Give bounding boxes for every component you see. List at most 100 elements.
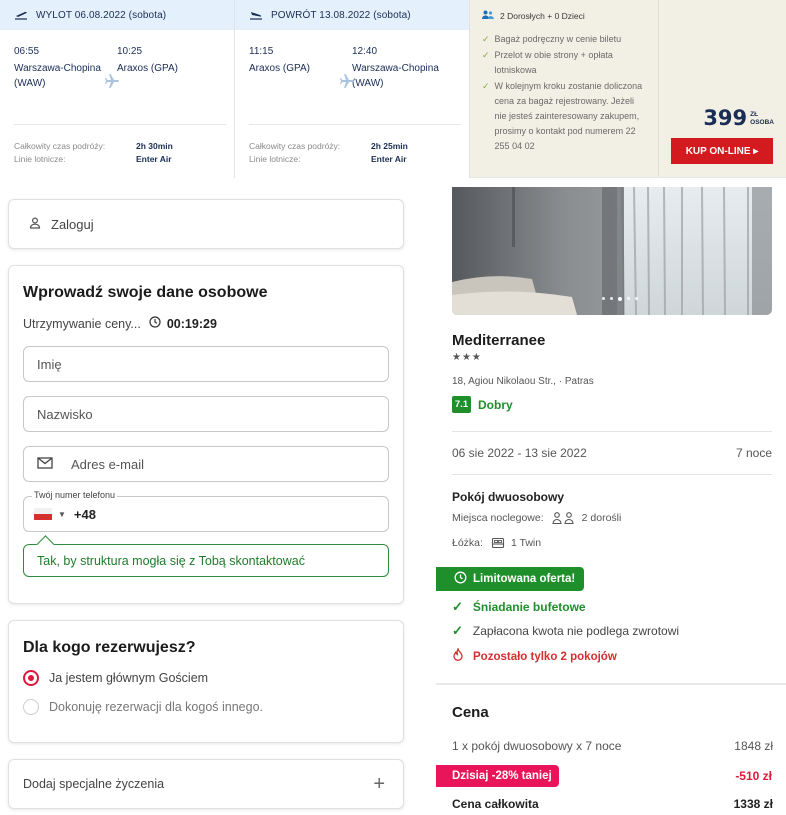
email-field[interactable]: Adres e-mail bbox=[23, 446, 389, 482]
passengers-text: 2 Dorosłych + 0 Dzieci bbox=[500, 11, 585, 21]
check-icon: ✓ bbox=[482, 50, 490, 60]
separator bbox=[14, 124, 226, 125]
hotel-rating: 7.1 Dobry bbox=[452, 396, 513, 413]
limited-offer-text: Limitowana oferta! bbox=[473, 573, 576, 585]
outbound-leg: WYLOT 06.08.2022 (sobota) 06:55 Warszawa… bbox=[0, 0, 235, 178]
sleeping-label: Miejsca noclegowe: bbox=[452, 512, 544, 524]
fire-icon bbox=[452, 647, 464, 665]
flight-benefits: 2 Dorosłych + 0 Dzieci ✓ Bagaż podręczny… bbox=[470, 0, 658, 177]
nonrefundable-text: Zapłacona kwota nie podlega zwrotowi bbox=[472, 624, 680, 638]
total-value: 1338 zł bbox=[733, 797, 773, 811]
sleeping-value: 2 dorośli bbox=[581, 512, 622, 524]
outbound-arrival: 10:25 Araxos (GPA) bbox=[117, 44, 220, 91]
check-icon: ✓ bbox=[452, 599, 463, 614]
special-requests-label: Dodaj specjalne życzenia bbox=[23, 777, 165, 791]
return-labels: Całkowity czas podróży: Linie lotnicze: bbox=[249, 140, 340, 166]
chevron-down-icon[interactable]: ▼ bbox=[58, 510, 66, 519]
passengers-icon bbox=[482, 10, 494, 22]
beds-value: 1 Twin bbox=[510, 537, 542, 549]
outbound-arr-place: Araxos (GPA) bbox=[117, 63, 178, 74]
last-name-field[interactable]: Nazwisko bbox=[23, 396, 389, 432]
airline-label: Linie lotnicze: bbox=[14, 154, 66, 164]
radio-someone-else[interactable]: Dokonuję rezerwacji dla kogoś innego. bbox=[23, 699, 389, 715]
limited-offer-badge: Limitowana oferta! bbox=[436, 567, 584, 591]
check-icon: ✓ bbox=[452, 623, 463, 638]
divider bbox=[452, 474, 772, 475]
persons-icon bbox=[552, 512, 576, 524]
radio-selected-icon[interactable] bbox=[23, 670, 39, 686]
clock-icon bbox=[454, 571, 467, 587]
outbound-header: WYLOT 06.08.2022 (sobota) bbox=[0, 0, 234, 30]
phone-field[interactable]: Twój numer telefonu ▼ +48 bbox=[23, 490, 389, 532]
hotel-photo[interactable] bbox=[452, 187, 772, 315]
stay-nights: 7 noce bbox=[735, 446, 772, 460]
outbound-departure: 06:55 Warszawa-Chopina (WAW) bbox=[14, 44, 117, 91]
return-arr-place: Warszawa-Chopina (WAW) bbox=[352, 63, 439, 89]
radio-label: Dokonuję rezerwacji dla kogoś innego. bbox=[49, 700, 264, 714]
carousel-dots[interactable] bbox=[602, 296, 638, 301]
return-values: 2h 25min Enter Air bbox=[371, 140, 408, 166]
price-line-label: 1 x pokój dwuosobowy x 7 noce bbox=[452, 739, 622, 753]
plus-icon[interactable]: + bbox=[373, 773, 385, 796]
price-currency: ZŁ bbox=[750, 111, 759, 118]
booking-for-title: Dla kogo rezerwujesz? bbox=[23, 639, 196, 656]
sleeping-places-row: Miejsca noclegowe: 2 dorośli bbox=[452, 512, 621, 524]
price-line: 1 x pokój dwuosobowy x 7 noce 1848 zł bbox=[452, 739, 773, 753]
user-icon bbox=[29, 216, 41, 232]
benefit-text: W kolejnym kroku zostanie doliczona cena… bbox=[494, 81, 643, 151]
stay-date-range: 06 sie 2022 - 13 sie 2022 bbox=[452, 446, 587, 460]
beds-label: Łóżka: bbox=[452, 537, 483, 549]
radio-main-guest[interactable]: Ja jestem głównym Gościem bbox=[23, 670, 389, 686]
benefit-text: Przelot w obie strony + opłata lotniskow… bbox=[494, 50, 613, 75]
passengers-info: 2 Dorosłych + 0 Dzieci bbox=[482, 10, 646, 22]
airline-label: Linie lotnicze: bbox=[249, 154, 301, 164]
nonrefundable-feature: ✓ Zapłacona kwota nie podlega zwrotowi bbox=[452, 623, 679, 639]
check-icon: ✓ bbox=[482, 81, 490, 91]
rating-badge: 7.1 bbox=[452, 396, 471, 413]
outbound-arr-time: 10:25 bbox=[117, 46, 143, 57]
outbound-labels: Całkowity czas podróży: Linie lotnicze: bbox=[14, 140, 105, 166]
return-header-text: POWRÓT 13.08.2022 (sobota) bbox=[271, 9, 411, 21]
room-title: Pokój dwuosobowy bbox=[452, 490, 565, 504]
benefit-item: ✓ W kolejnym kroku zostanie doliczona ce… bbox=[482, 79, 646, 154]
first-name-placeholder: Imię bbox=[37, 356, 62, 372]
first-name-field[interactable]: Imię bbox=[23, 346, 389, 382]
hotel-stars: ★★★ bbox=[452, 352, 482, 363]
price-line-value: 1848 zł bbox=[734, 739, 773, 753]
stay-dates: 06 sie 2022 - 13 sie 2022 7 noce bbox=[452, 446, 772, 460]
breakfast-text: Śniadanie bufetowe bbox=[472, 600, 586, 614]
total-price-row: Cena całkowita 1338 zł bbox=[452, 797, 773, 811]
login-label: Zaloguj bbox=[51, 216, 94, 232]
buy-online-button[interactable]: KUP ON-LINE ▸ bbox=[671, 138, 773, 164]
airline-value: Enter Air bbox=[371, 154, 407, 164]
personal-data-card: Wprowadź swoje dane osobowe Utrzymywanie… bbox=[8, 265, 404, 604]
hotel-name: Mediterranee bbox=[452, 332, 546, 349]
promo-badge: Dzisiaj -28% taniej bbox=[436, 765, 559, 787]
booking-for-card: Dla kogo rezerwujesz? Ja jestem głównym … bbox=[8, 620, 404, 743]
special-requests-card[interactable]: Dodaj specjalne życzenia + bbox=[8, 759, 404, 809]
outbound-values: 2h 30min Enter Air bbox=[136, 140, 173, 166]
check-icon: ✓ bbox=[482, 34, 490, 44]
phone-hint: Tak, by struktura mogła się z Tobą skont… bbox=[23, 544, 389, 577]
rating-label: Dobry bbox=[478, 397, 513, 412]
rooms-left-text: Pozostało tylko 2 pokojów bbox=[473, 650, 617, 663]
login-card[interactable]: Zaloguj bbox=[8, 199, 404, 249]
duration-value: 2h 25min bbox=[371, 141, 408, 151]
radio-unselected-icon[interactable] bbox=[23, 699, 39, 715]
phone-prefix: +48 bbox=[73, 506, 96, 522]
benefit-text: Bagaż podręczny w cenie biletu bbox=[494, 34, 622, 44]
poland-flag-icon[interactable] bbox=[34, 508, 52, 520]
bed-icon bbox=[491, 537, 505, 549]
return-departure: 11:15 Araxos (GPA) bbox=[249, 44, 352, 91]
last-name-placeholder: Nazwisko bbox=[37, 406, 93, 422]
total-label: Cena całkowita bbox=[452, 797, 539, 811]
mail-icon bbox=[37, 456, 53, 472]
return-dep-place: Araxos (GPA) bbox=[249, 63, 310, 74]
plane-icon bbox=[104, 73, 120, 94]
price-unit: ZŁ OSOBA bbox=[750, 111, 774, 127]
separator bbox=[249, 124, 461, 125]
return-leg: POWRÓT 13.08.2022 (sobota) 11:15 Araxos … bbox=[235, 0, 470, 178]
personal-data-title: Wprowadź swoje dane osobowe bbox=[23, 284, 268, 301]
return-arr-time: 12:40 bbox=[352, 46, 378, 57]
price-amount: 399 bbox=[703, 106, 748, 130]
